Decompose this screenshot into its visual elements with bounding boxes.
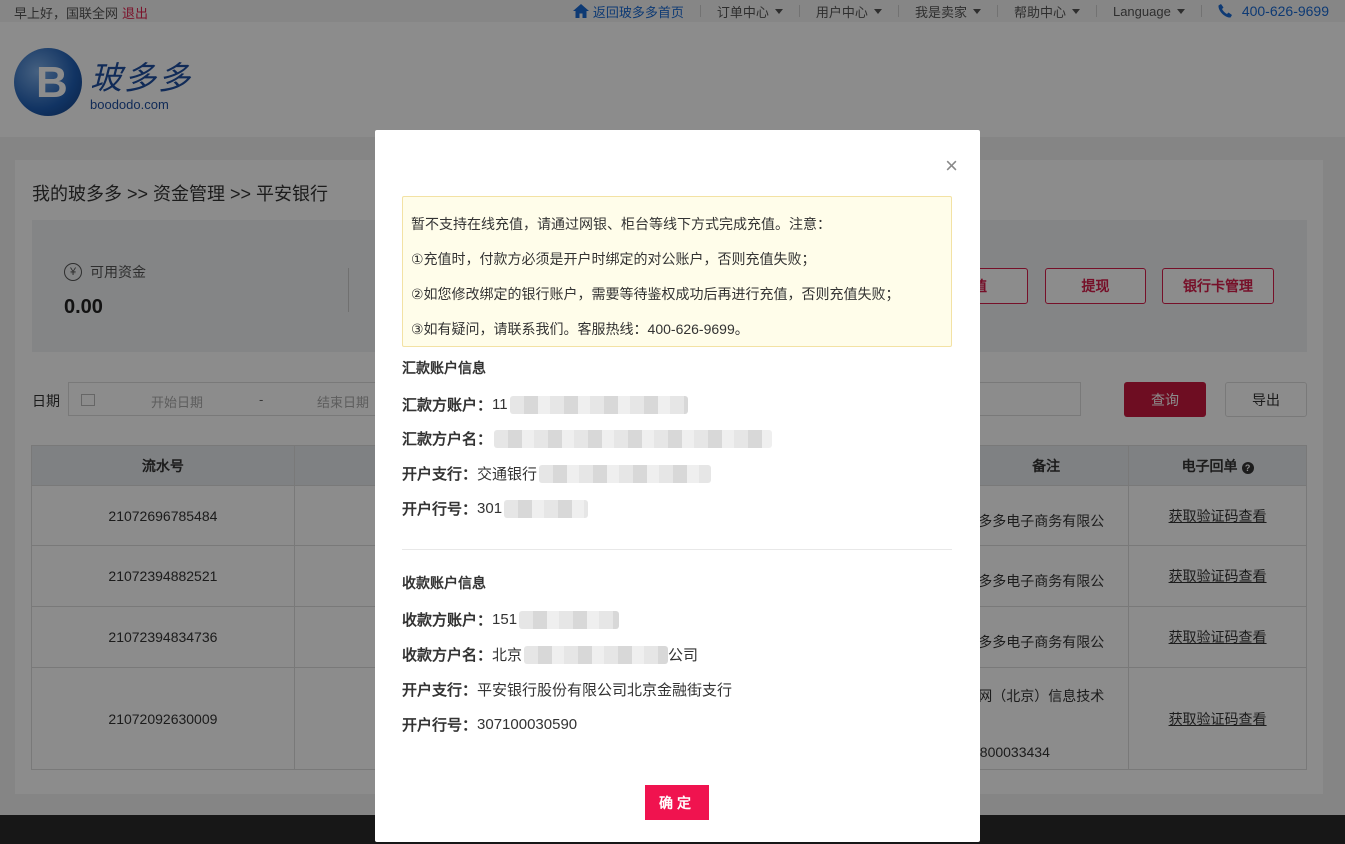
redacted-mask [519, 610, 620, 629]
notice-line: ①充值时，付款方必须是开户时绑定的对公账户，否则充值失败； [411, 251, 816, 267]
receive-account-value: 151 [492, 611, 518, 628]
redacted-mask [524, 645, 669, 664]
notice-line: ③如有疑问，请联系我们。客服热线：400-626-9699。 [411, 321, 749, 337]
receive-bankno-value: 307100030590 [477, 716, 578, 733]
notice-box: 暂不支持在线充值，请通过网银、柜台等线下方式完成充值。注意： ①充值时，付款方必… [402, 196, 952, 347]
receive-account-label: 收款方账户： [402, 612, 493, 629]
redacted-mask [494, 429, 773, 448]
remit-branch-row: 开户支行： 交通银行 [402, 463, 712, 484]
receive-branch-value: 平安银行股份有限公司北京金融街支行 [477, 682, 733, 699]
close-icon[interactable]: × [945, 155, 958, 177]
notice-line: 暂不支持在线充值，请通过网银、柜台等线下方式完成充值。注意： [411, 216, 831, 232]
remit-name-row: 汇款方户名： [402, 428, 773, 449]
receive-name-row: 收款方户名： 北京 公司 [402, 644, 698, 665]
remit-branch-label: 开户支行： [402, 466, 478, 483]
receive-account-row: 收款方账户： 151 [402, 609, 620, 630]
confirm-button[interactable]: 确定 [645, 785, 709, 820]
remit-section-title: 汇款账户信息 [402, 360, 486, 376]
receive-branch-label: 开户支行： [402, 682, 478, 699]
remit-branch-value: 交通银行 [477, 466, 538, 483]
receive-section-title: 收款账户信息 [402, 575, 486, 591]
receive-branch-row: 开户支行： 平安银行股份有限公司北京金融街支行 [402, 679, 732, 700]
remit-bankno-row: 开户行号： 301 [402, 498, 589, 519]
receive-bankno-row: 开户行号： 307100030590 [402, 714, 577, 735]
redacted-mask [539, 464, 712, 483]
receive-name-label: 收款方户名： [402, 647, 493, 664]
section-divider [402, 549, 952, 550]
notice-line: ②如您修改绑定的银行账户，需要等待鉴权成功后再进行充值，否则充值失败； [411, 286, 900, 302]
remit-bankno-value: 301 [477, 500, 503, 517]
remit-name-label: 汇款方户名： [402, 431, 493, 448]
remit-account-value: 11 [492, 396, 508, 413]
remit-account-label: 汇款方账户： [402, 397, 493, 414]
redacted-mask [509, 395, 688, 414]
recharge-dialog: × 暂不支持在线充值，请通过网银、柜台等线下方式完成充值。注意： ①充值时，付款… [375, 130, 980, 842]
remit-account-row: 汇款方账户： 11 [402, 394, 688, 415]
receive-name-suffix: 公司 [668, 647, 699, 664]
remit-bankno-label: 开户行号： [402, 501, 478, 518]
receive-name-prefix: 北京 [492, 647, 523, 664]
redacted-mask [504, 499, 589, 518]
receive-bankno-label: 开户行号： [402, 717, 478, 734]
